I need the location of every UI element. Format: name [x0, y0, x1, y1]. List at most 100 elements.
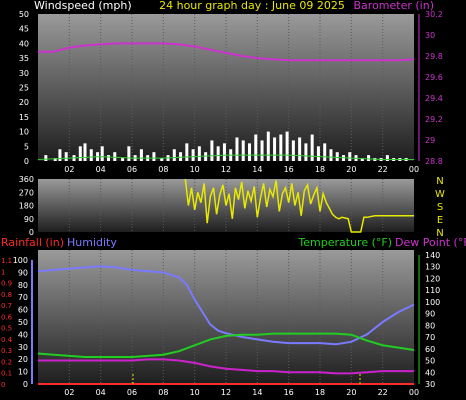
rainfall-tick-label: 1.1 — [1, 257, 12, 265]
wind-bar — [127, 146, 131, 161]
wind-bar — [197, 146, 201, 161]
wind-bar — [235, 137, 239, 161]
rainfall-tick-label: 0.8 — [1, 291, 12, 299]
y-right-tick-label: 29.2 — [425, 115, 443, 124]
temperature-tick-label: 80 — [425, 321, 435, 330]
wind-bar — [298, 137, 302, 161]
rainfall-tick-label: 0.1 — [1, 370, 12, 378]
wind-bar — [273, 137, 277, 161]
wind-bar — [216, 146, 220, 161]
temperature-label: Temperature (°F) — [297, 236, 392, 249]
y-right-tick-label: 29.4 — [425, 94, 443, 103]
wind-bar — [185, 143, 189, 161]
humidity-tick-label: 20 — [18, 355, 28, 364]
wind-bar — [58, 149, 62, 161]
y-right-tick-label: 29.8 — [425, 52, 443, 61]
temperature-tick-label: 40 — [425, 368, 435, 377]
dew-point-label: Dew Point (°F) — [395, 236, 466, 249]
temperature-tick-label: 140 — [425, 251, 440, 260]
rainfall-tick-label: 0.6 — [1, 313, 13, 321]
humidity-label: Humidity — [67, 236, 117, 249]
wind-bar — [367, 155, 371, 161]
wind-bar — [329, 149, 333, 161]
wind-bar — [279, 134, 283, 161]
rainfall-label: Rainfall (in) — [1, 236, 64, 249]
x-tick-label: 18 — [315, 165, 325, 174]
wind-bar — [139, 149, 143, 161]
chart-canvas: 05101520253035404550 28.82929.229.429.62… — [1, 0, 466, 397]
temperature-tick-label: 70 — [425, 333, 435, 342]
graph-title: 24 hour graph day : June 09 2025 — [159, 0, 345, 12]
wind-bar — [291, 140, 295, 161]
humidity-tick-label: 100 — [13, 256, 28, 265]
wind-bar — [44, 155, 48, 161]
x-tick-label: 16 — [284, 388, 294, 397]
wind-bar — [348, 152, 352, 161]
wind-bar — [241, 140, 245, 161]
wind-bar — [266, 131, 270, 161]
x-tick-label: 22 — [378, 388, 388, 397]
y-tick-label: 10 — [19, 128, 29, 137]
compass-label: W — [435, 189, 445, 200]
windspeed-label: Windspeed (mph) — [34, 0, 132, 12]
wind-bar — [335, 152, 339, 161]
compass-label: S — [437, 202, 443, 213]
humidity-tick-label: 90 — [18, 268, 28, 277]
wind-bar — [64, 152, 68, 161]
y-right-tick-label: 29 — [425, 136, 435, 145]
rainfall-tick-label: 0.7 — [1, 302, 12, 310]
wind-bar — [254, 134, 258, 161]
wind-bar — [121, 158, 125, 161]
wind-bar — [83, 143, 87, 161]
humidity-tick-label: 40 — [18, 330, 28, 339]
wind-bar — [285, 131, 289, 161]
x-tick-label: 10 — [190, 165, 200, 174]
humidity-tick-label: 50 — [18, 318, 28, 327]
windspeed-panel — [38, 14, 414, 161]
y-tick-label: 360 — [19, 175, 34, 184]
wind-bar — [248, 143, 251, 161]
y-tick-label: 25 — [19, 84, 29, 93]
wind-bar — [113, 152, 117, 161]
y-right-tick-label: 29.6 — [425, 73, 443, 82]
x-tick-label: 02 — [64, 388, 74, 397]
temperature-tick-label: 130 — [425, 263, 440, 272]
wind-bar — [210, 140, 214, 161]
rainfall-tick-label: 0.9 — [1, 280, 12, 288]
rainfall-tick-label: 0.5 — [1, 325, 12, 333]
temperature-tick-label: 100 — [425, 298, 440, 307]
y-right-tick-label: 28.8 — [425, 157, 443, 166]
wind-bar — [78, 146, 82, 161]
wind-bar — [100, 146, 104, 161]
y-tick-label: 90 — [24, 215, 34, 224]
wind-bar — [179, 152, 183, 161]
wind-bar — [222, 143, 226, 161]
x-tick-label: 14 — [252, 388, 262, 397]
rainfall-tick-label: 0.4 — [1, 336, 13, 344]
y-tick-label: 45 — [19, 25, 29, 34]
compass-label: N — [436, 176, 443, 187]
y-tick-label: 5 — [24, 142, 29, 151]
x-tick-label: 10 — [190, 388, 200, 397]
wind-bar — [191, 149, 195, 161]
x-tick-label: 08 — [158, 388, 168, 397]
x-tick-label: 20 — [346, 165, 356, 174]
y-tick-label: 20 — [19, 98, 29, 107]
x-tick-label: 20 — [346, 388, 356, 397]
x-tick-label: 12 — [221, 388, 231, 397]
rainfall-tick-label: 1 — [1, 268, 5, 276]
x-tick-label: 22 — [378, 165, 388, 174]
y-tick-label: 30 — [19, 69, 29, 78]
y-tick-label: 0 — [24, 157, 29, 166]
y-tick-label: 180 — [19, 202, 34, 211]
y-tick-label: 40 — [19, 39, 29, 48]
x-tick-label: 16 — [284, 165, 294, 174]
wind-bar — [310, 134, 314, 161]
wind-bar — [89, 149, 93, 161]
x-tick-label: 04 — [96, 388, 106, 397]
x-tick-label: 06 — [127, 165, 137, 174]
temperature-tick-label: 50 — [425, 357, 435, 366]
x-tick-label: 12 — [221, 165, 231, 174]
wind-bar — [107, 155, 110, 161]
temperature-tick-label: 60 — [425, 345, 435, 354]
